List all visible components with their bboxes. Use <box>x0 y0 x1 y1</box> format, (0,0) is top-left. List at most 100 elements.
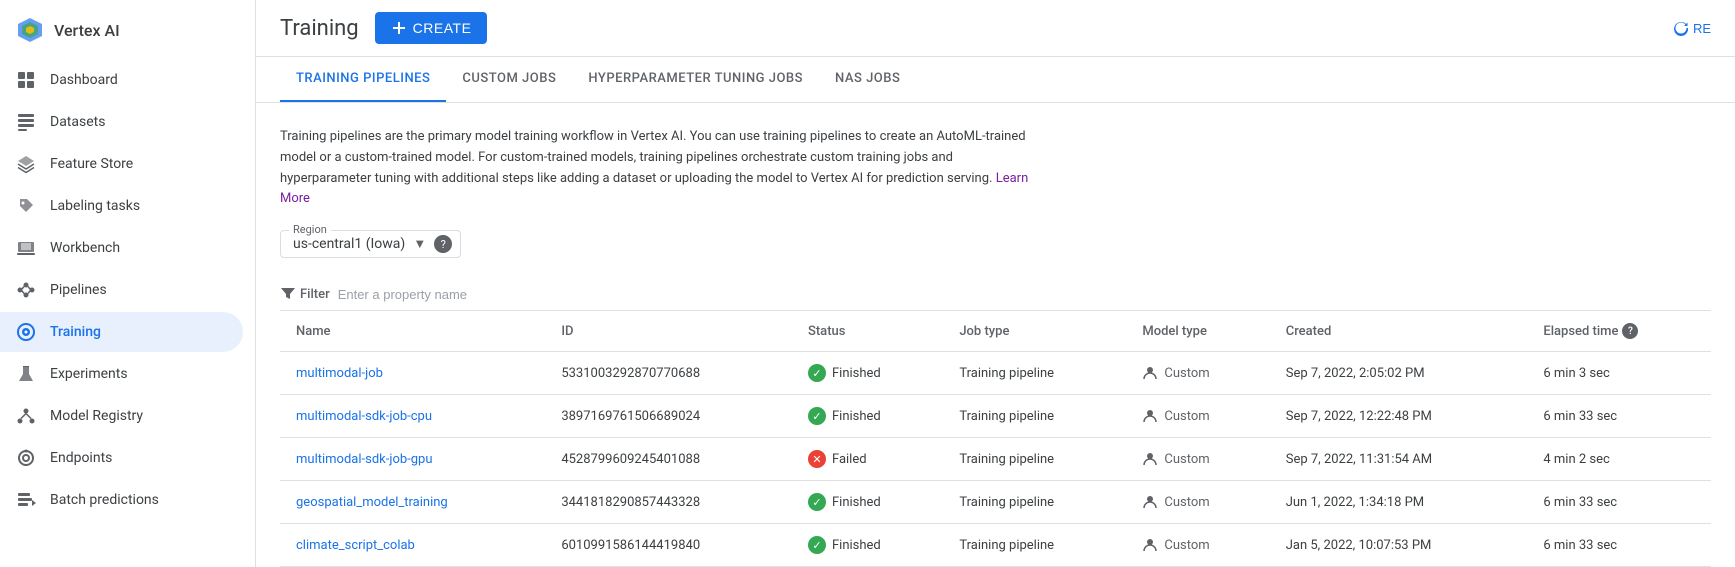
layers-icon <box>16 154 36 174</box>
job-link[interactable]: multimodal-sdk-job-cpu <box>296 409 432 424</box>
jobs-table: Name ID Status Job type Model type Creat… <box>280 311 1711 567</box>
cell-model-type: Custom <box>1126 481 1269 524</box>
col-header-created: Created <box>1270 311 1528 352</box>
status-text: Failed <box>832 452 867 467</box>
tab-training-pipelines[interactable]: TRAINING PIPELINES <box>280 57 446 102</box>
cell-model-type: Custom <box>1126 352 1269 395</box>
cell-status: ✓ Finished <box>792 395 943 438</box>
region-selector[interactable]: Region us-central1 (Iowa) ▼ ? <box>280 230 461 258</box>
status-icon: ✓ <box>808 493 826 511</box>
cell-status: ✓ Finished <box>792 481 943 524</box>
col-header-id: ID <box>545 311 792 352</box>
cell-name: multimodal-job <box>280 352 545 395</box>
app-name: Vertex AI <box>54 21 120 40</box>
create-button[interactable]: CREATE <box>375 12 488 44</box>
plus-icon <box>391 20 407 36</box>
cell-model-type: Custom <box>1126 395 1269 438</box>
sidebar-item-batch-predictions[interactable]: Batch predictions <box>0 480 243 520</box>
person-icon <box>1142 365 1158 381</box>
cell-job-type: Training pipeline <box>943 352 1126 395</box>
person-icon <box>1142 451 1158 467</box>
status-text: Finished <box>832 538 881 553</box>
cell-created: Sep 7, 2022, 11:31:54 AM <box>1270 438 1528 481</box>
status-text: Finished <box>832 409 881 424</box>
experiments-icon <box>16 364 36 384</box>
chevron-down-icon[interactable]: ▼ <box>413 236 426 252</box>
tab-nas-jobs[interactable]: NAS JOBS <box>819 57 916 102</box>
table-row: geospatial_model_training 34418182908574… <box>280 481 1711 524</box>
col-header-job-type: Job type <box>943 311 1126 352</box>
sidebar: Vertex AI Dashboard Datasets Feature Sto… <box>0 0 256 567</box>
table-body: multimodal-job 5331003292870770688 ✓ Fin… <box>280 352 1711 567</box>
job-link[interactable]: multimodal-job <box>296 366 383 381</box>
region-help-icon[interactable]: ? <box>434 235 452 253</box>
sidebar-item-label: Batch predictions <box>50 492 159 508</box>
cell-elapsed-time: 6 min 33 sec <box>1527 524 1711 567</box>
jobs-table-container: Name ID Status Job type Model type Creat… <box>280 311 1711 567</box>
app-logo: Vertex AI <box>0 8 255 60</box>
table-row: multimodal-sdk-job-gpu 45287996092454010… <box>280 438 1711 481</box>
sidebar-item-dashboard[interactable]: Dashboard <box>0 60 243 100</box>
status-text: Finished <box>832 366 881 381</box>
tab-custom-jobs[interactable]: CUSTOM JOBS <box>446 57 572 102</box>
filter-icon: Filter <box>280 286 330 302</box>
filter-input[interactable] <box>338 287 1711 302</box>
job-link[interactable]: climate_script_colab <box>296 538 415 553</box>
cell-id: 4528799609245401088 <box>545 438 792 481</box>
cell-name: climate_script_colab <box>280 524 545 567</box>
sidebar-item-endpoints[interactable]: Endpoints <box>0 438 243 478</box>
sidebar-item-label: Training <box>50 324 101 340</box>
page-header: Training CREATE RE <box>256 0 1735 57</box>
funnel-icon <box>280 286 296 302</box>
cell-status: ✓ Finished <box>792 352 943 395</box>
cell-job-type: Training pipeline <box>943 481 1126 524</box>
region-label: Region <box>289 223 331 236</box>
main-content: Training CREATE RE TRAINING PIPELINES CU… <box>256 0 1735 567</box>
cell-elapsed-time: 6 min 33 sec <box>1527 395 1711 438</box>
model-icon <box>16 406 36 426</box>
col-header-status: Status <box>792 311 943 352</box>
sidebar-item-pipelines[interactable]: Pipelines <box>0 270 243 310</box>
cell-created: Sep 7, 2022, 12:22:48 PM <box>1270 395 1528 438</box>
cell-id: 3441818290857443328 <box>545 481 792 524</box>
page-title: Training <box>280 16 359 41</box>
filter-bar: Filter <box>280 278 1711 311</box>
sidebar-item-training[interactable]: Training <box>0 312 243 352</box>
tab-hyperparameter-tuning[interactable]: HYPERPARAMETER TUNING JOBS <box>572 57 819 102</box>
sidebar-navigation: Dashboard Datasets Feature Store Labelin… <box>0 60 255 520</box>
sidebar-item-feature-store[interactable]: Feature Store <box>0 144 243 184</box>
vertex-ai-logo <box>16 16 44 44</box>
sidebar-item-experiments[interactable]: Experiments <box>0 354 243 394</box>
person-icon <box>1142 494 1158 510</box>
endpoints-icon <box>16 448 36 468</box>
elapsed-time-help-icon[interactable]: ? <box>1622 323 1638 339</box>
status-icon: ✓ <box>808 407 826 425</box>
refresh-button[interactable]: RE <box>1673 20 1711 36</box>
sidebar-item-label: Feature Store <box>50 156 133 172</box>
cell-status: ✓ Finished <box>792 524 943 567</box>
sidebar-item-datasets[interactable]: Datasets <box>0 102 243 142</box>
cell-job-type: Training pipeline <box>943 524 1126 567</box>
cell-created: Jun 1, 2022, 1:34:18 PM <box>1270 481 1528 524</box>
sidebar-item-model-registry[interactable]: Model Registry <box>0 396 243 436</box>
cell-created: Sep 7, 2022, 2:05:02 PM <box>1270 352 1528 395</box>
cell-id: 3897169761506689024 <box>545 395 792 438</box>
col-header-elapsed-time: Elapsed time ? <box>1527 311 1711 352</box>
col-header-name: Name <box>280 311 545 352</box>
job-link[interactable]: multimodal-sdk-job-gpu <box>296 452 433 467</box>
job-link[interactable]: geospatial_model_training <box>296 495 448 510</box>
table-row: climate_script_colab 6010991586144419840… <box>280 524 1711 567</box>
filter-label: Filter <box>300 287 330 302</box>
col-header-model-type: Model type <box>1126 311 1269 352</box>
cell-name: geospatial_model_training <box>280 481 545 524</box>
tag-icon <box>16 196 36 216</box>
cell-name: multimodal-sdk-job-gpu <box>280 438 545 481</box>
cell-elapsed-time: 6 min 3 sec <box>1527 352 1711 395</box>
sidebar-item-workbench[interactable]: Workbench <box>0 228 243 268</box>
sidebar-item-labeling-tasks[interactable]: Labeling tasks <box>0 186 243 226</box>
cell-id: 6010991586144419840 <box>545 524 792 567</box>
region-value: us-central1 (Iowa) <box>293 236 405 252</box>
laptop-icon <box>16 238 36 258</box>
status-icon: ✓ <box>808 536 826 554</box>
sidebar-item-label: Dashboard <box>50 72 118 88</box>
